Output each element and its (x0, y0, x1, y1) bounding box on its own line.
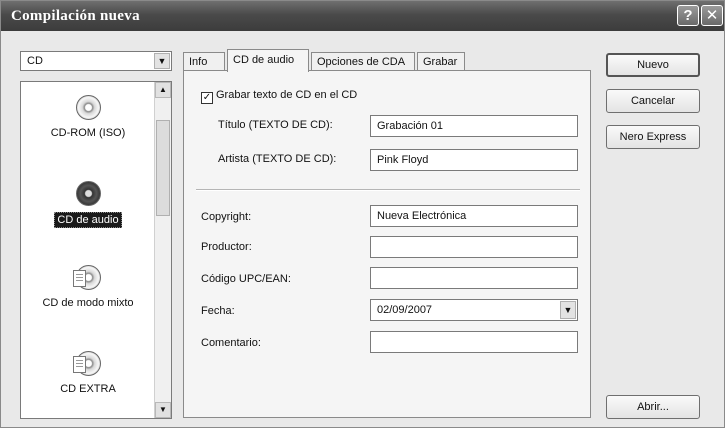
tab-burn[interactable]: Grabar (417, 52, 465, 71)
list-item-mixed-mode-cd[interactable]: CD de modo mixto (21, 262, 155, 310)
scroll-down-icon[interactable]: ▼ (155, 402, 171, 418)
list-item-label: CD-ROM (ISO) (50, 127, 126, 139)
chevron-down-icon[interactable]: ▼ (560, 301, 576, 319)
new-button[interactable]: Nuevo (606, 53, 700, 77)
compilation-type-list[interactable]: CD-ROM (ISO) CD de audio CD de modo mixt… (20, 81, 172, 419)
write-cdtext-checkbox[interactable]: ✓ Grabar texto de CD en el CD (201, 89, 357, 104)
media-type-value: CD (27, 55, 43, 67)
audio-cd-icon (73, 178, 103, 208)
date-value: 02/09/2007 (377, 304, 433, 316)
window-title: Compilación nueva (11, 8, 140, 24)
scroll-up-icon[interactable]: ▲ (155, 82, 171, 98)
tab-info[interactable]: Info (183, 52, 225, 71)
copyright-input[interactable]: Nueva Electrónica (370, 205, 578, 227)
title-label: Título (TEXTO DE CD): (218, 119, 333, 131)
comment-label: Comentario: (201, 337, 261, 349)
nero-express-button[interactable]: Nero Express (606, 125, 700, 149)
upc-ean-input[interactable] (370, 267, 578, 289)
list-scrollbar[interactable]: ▲ ▼ (154, 82, 171, 418)
chevron-down-icon[interactable]: ▼ (154, 53, 170, 69)
list-item-label: CD EXTRA (60, 383, 116, 395)
producer-input[interactable] (370, 236, 578, 258)
open-button[interactable]: Abrir... (606, 395, 700, 419)
cdrom-iso-icon (73, 92, 103, 122)
list-item-audio-cd[interactable]: CD de audio (21, 178, 155, 228)
scroll-thumb[interactable] (156, 120, 170, 216)
list-item-cd-extra[interactable]: CD EXTRA (21, 348, 155, 396)
list-item-label: CD de modo mixto (42, 297, 134, 309)
upc-ean-label: Código UPC/EAN: (201, 273, 291, 285)
date-picker[interactable]: 02/09/2007 ▼ (370, 299, 578, 321)
comment-input[interactable] (370, 331, 578, 353)
artist-label: Artista (TEXTO DE CD): (218, 153, 337, 165)
copyright-label: Copyright: (201, 211, 252, 223)
list-item-label: CD de audio (54, 212, 122, 228)
cancel-button[interactable]: Cancelar (606, 89, 700, 113)
tab-audio-cd[interactable]: CD de audio (227, 49, 309, 72)
checkbox-checked-icon[interactable]: ✓ (201, 92, 213, 104)
tab-cda-options[interactable]: Opciones de CDA (311, 52, 415, 71)
new-compilation-dialog: Compilación nueva ? ✕ CD ▼ CD-ROM (ISO) … (0, 0, 725, 428)
close-button[interactable]: ✕ (701, 5, 723, 26)
help-button[interactable]: ? (677, 5, 699, 26)
title-input[interactable]: Grabación 01 (370, 115, 578, 137)
producer-label: Productor: (201, 241, 252, 253)
list-item-cdrom-iso[interactable]: CD-ROM (ISO) (21, 92, 155, 140)
media-type-select[interactable]: CD ▼ (20, 51, 172, 71)
audio-cd-panel: ✓ Grabar texto de CD en el CD Título (TEX… (183, 70, 591, 418)
artist-input[interactable]: Pink Floyd (370, 149, 578, 171)
title-bar: Compilación nueva ? ✕ (1, 1, 724, 31)
divider (196, 189, 580, 191)
cd-extra-icon (73, 348, 103, 378)
mixed-mode-cd-icon (73, 262, 103, 292)
write-cdtext-label: Grabar texto de CD en el CD (216, 89, 358, 101)
date-label: Fecha: (201, 305, 235, 317)
